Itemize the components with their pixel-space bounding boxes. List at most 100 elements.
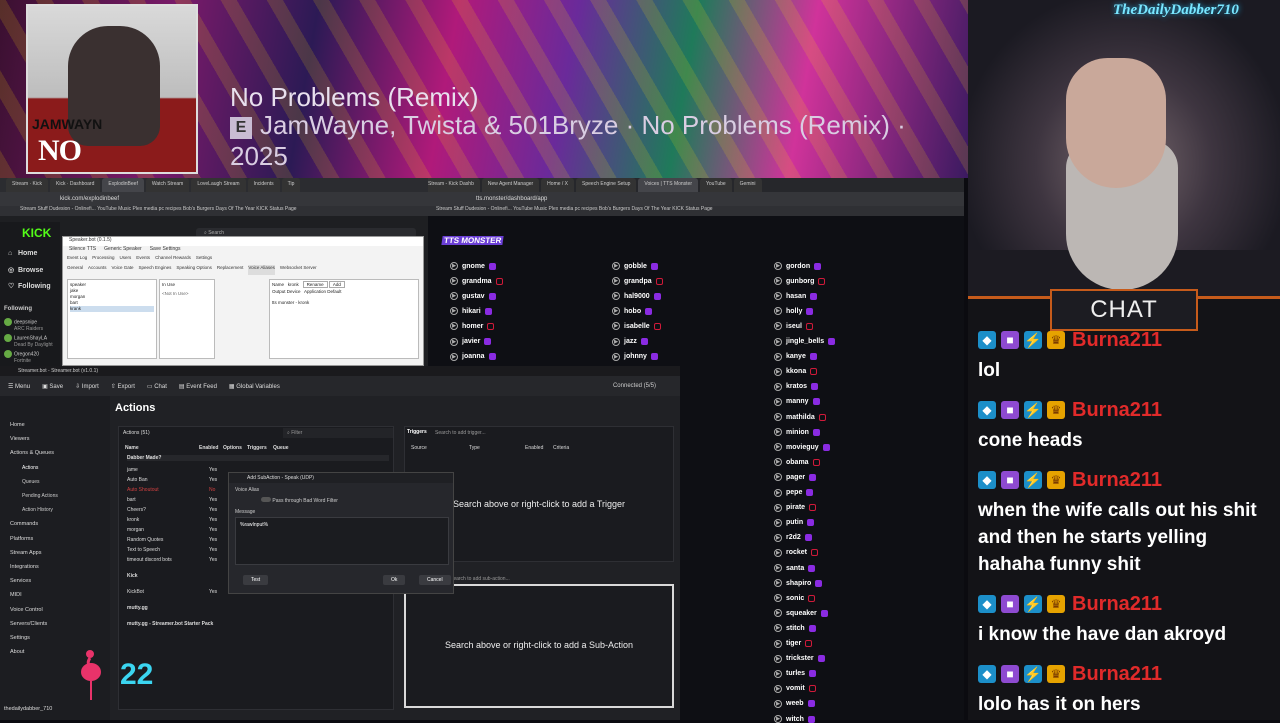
browser-tab[interactable]: Voices | TTS Monster <box>638 178 699 192</box>
browser-tab[interactable]: Home / X <box>541 178 575 192</box>
column-header[interactable]: Triggers <box>247 445 267 451</box>
sidebar-item[interactable]: Pending Actions <box>22 493 58 499</box>
play-icon[interactable]: ▶ <box>774 564 782 572</box>
browser-tab[interactable]: Gemini <box>733 178 762 192</box>
chat-username[interactable]: Burna211 <box>1072 663 1162 686</box>
play-icon[interactable]: ▶ <box>774 488 782 497</box>
voice-item[interactable]: ▶ pirate <box>774 503 817 512</box>
table-row[interactable]: Auto Shoutout <box>127 487 159 493</box>
enabled-cell[interactable]: Yes <box>209 467 217 473</box>
enabled-cell[interactable]: Yes <box>209 547 217 553</box>
play-icon[interactable]: ▶ <box>774 367 782 376</box>
play-icon[interactable]: ▶ <box>612 307 620 316</box>
table-row[interactable]: KickBot <box>127 589 144 595</box>
column-header[interactable]: Criteria <box>553 445 569 451</box>
column-header[interactable]: Source <box>411 445 427 451</box>
voice-item[interactable]: ▶ putin <box>774 518 815 527</box>
voice-item[interactable]: ▶ gobble <box>612 262 658 270</box>
column-header[interactable]: Type <box>469 445 480 451</box>
voice-item[interactable]: ▶ rocket <box>774 548 819 557</box>
list-item[interactable]: krank <box>70 306 154 312</box>
test-button[interactable]: Test <box>243 575 269 585</box>
chat-button[interactable]: ▭ Chat <box>147 383 167 390</box>
chat-username[interactable]: Burna211 <box>1072 399 1162 422</box>
browser-tab[interactable]: Watch Stream <box>145 178 190 192</box>
sidebar-item[interactable]: Viewers <box>10 436 29 442</box>
voice-item[interactable]: ▶ jazz <box>612 337 648 346</box>
play-icon[interactable]: ▶ <box>774 262 782 270</box>
browser-tab[interactable]: Incidents <box>247 178 280 192</box>
column-header[interactable]: Enabled <box>525 445 543 451</box>
sidebar-item[interactable]: Integrations <box>10 564 39 570</box>
voice-item[interactable]: ▶ grandpa <box>612 277 663 286</box>
column-header[interactable]: Name <box>125 445 139 451</box>
enabled-cell[interactable]: Yes <box>209 477 217 483</box>
sidebar-item[interactable]: Commands <box>10 521 38 527</box>
browser-tab[interactable]: Kick · Dashboard <box>50 178 101 192</box>
address-bar[interactable]: tts.monster/dashboard/app <box>416 192 964 206</box>
menu-item[interactable]: Save Settings <box>150 246 181 255</box>
connection-status[interactable]: Connected (5/5) <box>613 383 656 389</box>
tab[interactable]: General <box>67 265 83 275</box>
sidebar-item[interactable]: Actions & Queues <box>10 450 54 456</box>
chat-username[interactable]: Burna211 <box>1072 329 1162 352</box>
voice-item[interactable]: ▶ manny <box>774 397 820 406</box>
tts-monster-logo[interactable]: TTS MONSTER <box>441 236 504 245</box>
import-button[interactable]: ⇩ Import <box>75 383 99 390</box>
voice-item[interactable]: ▶ hobo <box>612 307 653 316</box>
message-input[interactable]: %rawInput% <box>235 517 449 565</box>
enabled-cell[interactable]: No <box>209 487 215 493</box>
voice-item[interactable]: ▶ obama <box>774 458 820 467</box>
table-row[interactable]: Random Quotes <box>127 537 163 543</box>
voice-item[interactable]: ▶ turles <box>774 669 817 678</box>
table-row[interactable]: Auto Ban <box>127 477 148 483</box>
tab[interactable]: Events <box>136 255 150 265</box>
voice-item[interactable]: ▶ trickster <box>774 654 825 663</box>
bookmarks-bar[interactable]: Stream Stuff Dudesion - Onlinefi... YouT… <box>416 206 964 216</box>
voice-item[interactable]: ▶ r2d2 <box>774 533 812 542</box>
voice-item[interactable]: ▶ pepe <box>774 488 814 497</box>
global-variables-button[interactable]: ▦ Global Variables <box>229 383 280 390</box>
play-icon[interactable]: ▶ <box>774 337 782 346</box>
table-row[interactable]: timeout discord bots <box>127 557 172 563</box>
play-icon[interactable]: ▶ <box>774 579 782 588</box>
column-header[interactable]: Options <box>223 445 242 451</box>
tab[interactable]: Settings <box>196 255 212 265</box>
play-icon[interactable]: ▶ <box>774 639 782 648</box>
play-icon[interactable]: ▶ <box>774 292 782 301</box>
table-row[interactable]: jame <box>127 467 138 473</box>
voice-item[interactable]: ▶ iseul <box>774 322 813 331</box>
play-icon[interactable]: ▶ <box>774 473 782 482</box>
sidebar-item[interactable]: Settings <box>10 635 30 641</box>
enabled-cell[interactable]: Yes <box>209 537 217 543</box>
column-header[interactable]: Enabled <box>199 445 218 451</box>
voice-item[interactable]: ▶ gunborg <box>774 277 826 286</box>
play-icon[interactable]: ▶ <box>450 292 458 301</box>
ok-button[interactable]: Ok <box>383 575 406 585</box>
enabled-cell[interactable]: Yes <box>209 557 217 563</box>
action-group[interactable]: mutty.gg - Streamer.bot Starter Pack <box>127 621 213 627</box>
sidebar-item[interactable]: Stream Apps <box>10 550 42 556</box>
trigger-search-input[interactable]: Search to add trigger... <box>433 428 653 438</box>
voice-item[interactable]: ▶ holly <box>774 307 814 316</box>
tab[interactable]: Processing <box>92 255 114 265</box>
menu-item[interactable]: Silence TTS <box>69 246 96 255</box>
play-icon[interactable]: ▶ <box>774 609 782 618</box>
enabled-cell[interactable]: Yes <box>209 517 217 523</box>
followed-channel[interactable]: LaurenShayLA Dead By Daylight <box>4 334 60 348</box>
browser-tab[interactable]: ExplodinBeef <box>102 178 144 192</box>
browser-tab[interactable]: YouTube <box>700 178 732 192</box>
play-icon[interactable]: ▶ <box>774 458 782 467</box>
sidebar-item[interactable]: Services <box>10 578 31 584</box>
menu-button[interactable]: ☰ Menu <box>8 383 30 390</box>
sidebar-item[interactable]: Platforms <box>10 536 33 542</box>
enabled-cell[interactable]: Yes <box>209 527 217 533</box>
voice-item[interactable]: ▶ kanye <box>774 352 817 361</box>
voice-item[interactable]: ▶ pager <box>774 473 817 482</box>
tab[interactable]: Speech Engines <box>139 265 172 275</box>
rename-button[interactable]: Rename <box>302 281 328 288</box>
play-icon[interactable]: ▶ <box>774 594 782 603</box>
voice-item[interactable]: ▶ gustav <box>450 292 496 301</box>
browser-tab[interactable]: LoveLaugh Stream <box>191 178 246 192</box>
table-row[interactable]: bart <box>127 497 136 503</box>
